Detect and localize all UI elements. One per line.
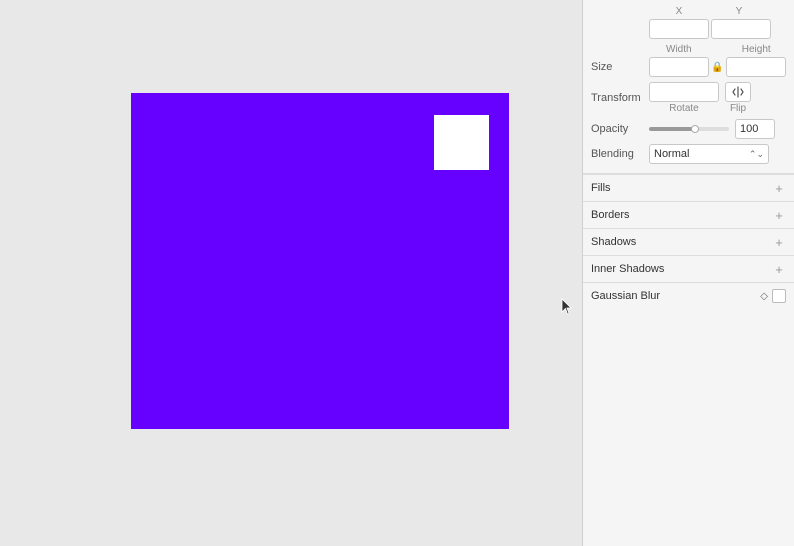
- cursor-icon: [561, 298, 573, 316]
- y-header: Y: [709, 6, 769, 17]
- gaussian-blur-section[interactable]: Gaussian Blur ◇: [583, 282, 794, 309]
- opacity-label: Opacity: [591, 123, 649, 135]
- inner-shadows-label: Inner Shadows: [591, 263, 772, 275]
- fills-section[interactable]: Fills +: [583, 174, 794, 201]
- opacity-thumb: [691, 125, 699, 133]
- flip-button[interactable]: [725, 82, 751, 102]
- add-border-icon[interactable]: +: [772, 208, 786, 222]
- fills-label: Fills: [591, 182, 772, 194]
- right-panel: X Y Width Height Size 🔒 Transform: [582, 0, 794, 546]
- y-input[interactable]: [711, 19, 771, 39]
- blending-value: Normal: [654, 148, 689, 160]
- flip-group: Flip: [725, 82, 751, 114]
- height-header: Height: [726, 44, 786, 55]
- rotate-input[interactable]: [649, 82, 719, 102]
- transform-label: Transform: [591, 92, 649, 104]
- opacity-slider[interactable]: [649, 127, 729, 131]
- width-header: Width: [649, 44, 709, 55]
- inner-shadows-section[interactable]: Inner Shadows +: [583, 255, 794, 282]
- x-input[interactable]: [649, 19, 709, 39]
- xy-headers: X Y: [649, 6, 786, 17]
- blue-rectangle[interactable]: [131, 93, 509, 429]
- add-inner-shadow-icon[interactable]: +: [772, 262, 786, 276]
- blending-select[interactable]: Normal ⌃⌄: [649, 144, 769, 164]
- borders-section[interactable]: Borders +: [583, 201, 794, 228]
- shadows-label: Shadows: [591, 236, 772, 248]
- add-shadow-icon[interactable]: +: [772, 235, 786, 249]
- size-label: Size: [591, 61, 649, 73]
- canvas-content: [71, 73, 511, 473]
- borders-label: Borders: [591, 209, 772, 221]
- opacity-input[interactable]: [735, 119, 775, 139]
- info-icon[interactable]: ◇: [760, 291, 768, 302]
- panel-top: X Y Width Height Size 🔒 Transform: [583, 0, 794, 174]
- gaussian-blur-label: Gaussian Blur: [591, 290, 756, 302]
- transform-inputs: Rotate Flip: [649, 82, 751, 114]
- size-row: Size 🔒: [591, 57, 786, 77]
- canvas-area: [0, 0, 582, 546]
- wh-headers: Width Height: [649, 44, 786, 55]
- gaussian-label-group: Gaussian Blur ◇: [591, 290, 768, 302]
- blending-label: Blending: [591, 148, 649, 160]
- transform-row: Transform Rotate Flip: [591, 82, 786, 114]
- shadows-section[interactable]: Shadows +: [583, 228, 794, 255]
- rotate-group: Rotate: [649, 82, 719, 114]
- lock-icon[interactable]: 🔒: [711, 60, 724, 74]
- gaussian-blur-checkbox[interactable]: [772, 289, 786, 303]
- blending-row: Blending Normal ⌃⌄: [591, 144, 786, 164]
- width-input[interactable]: [649, 57, 709, 77]
- flip-label: Flip: [730, 103, 746, 114]
- x-header: X: [649, 6, 709, 17]
- chevron-down-icon: ⌃⌄: [749, 149, 764, 160]
- add-fill-icon[interactable]: +: [772, 181, 786, 195]
- opacity-row: Opacity: [591, 119, 786, 139]
- height-input[interactable]: [726, 57, 786, 77]
- rotate-label: Rotate: [669, 103, 698, 114]
- white-rectangle[interactable]: [434, 115, 489, 170]
- position-row: [591, 19, 786, 39]
